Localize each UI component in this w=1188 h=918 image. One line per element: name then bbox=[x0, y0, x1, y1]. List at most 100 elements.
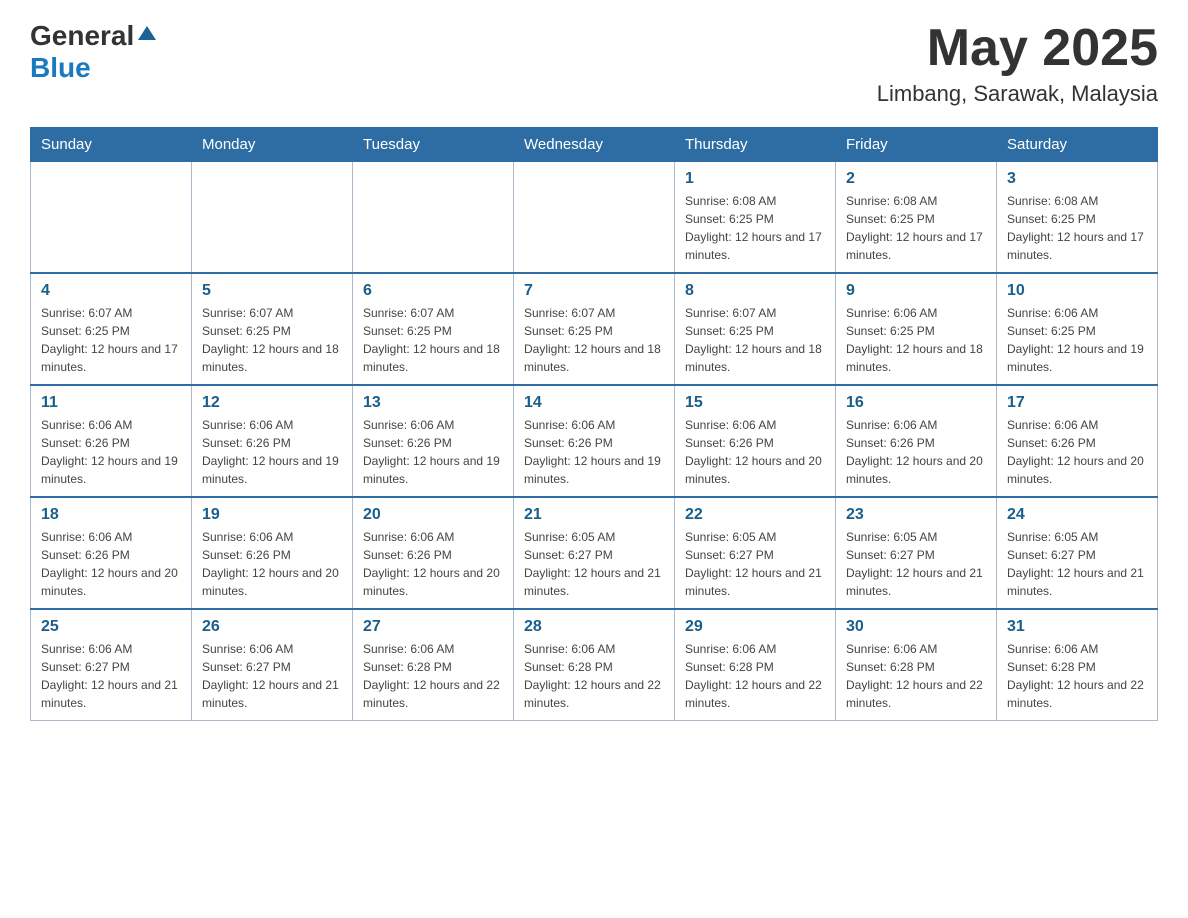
week-row-2: 4 Sunrise: 6:07 AMSunset: 6:25 PMDaylight… bbox=[31, 273, 1158, 385]
day-number: 9 bbox=[846, 282, 986, 300]
calendar-cell: 4 Sunrise: 6:07 AMSunset: 6:25 PMDaylight… bbox=[31, 273, 192, 385]
calendar-cell: 15Sunrise: 6:06 AMSunset: 6:26 PMDayligh… bbox=[675, 385, 836, 497]
calendar-cell: 24 Sunrise: 6:05 AMSunset: 6:27 PMDayligh… bbox=[997, 497, 1158, 609]
day-number: 30 bbox=[846, 618, 986, 636]
calendar-cell: 6 Sunrise: 6:07 AMSunset: 6:25 PMDaylight… bbox=[353, 273, 514, 385]
day-number: 11 bbox=[41, 394, 181, 412]
day-number: 23 bbox=[846, 506, 986, 524]
calendar-cell bbox=[353, 162, 514, 274]
day-info: Sunrise: 6:06 AMSunset: 6:28 PMDaylight:… bbox=[1007, 640, 1147, 712]
calendar-cell: 27 Sunrise: 6:06 AMSunset: 6:28 PMDayligh… bbox=[353, 609, 514, 721]
day-number: 20 bbox=[363, 506, 503, 524]
day-info: Sunrise: 6:06 AMSunset: 6:26 PMDaylight:… bbox=[41, 416, 181, 488]
calendar-cell: 2Sunrise: 6:08 AMSunset: 6:25 PMDaylight… bbox=[836, 162, 997, 274]
day-info: Sunrise: 6:06 AMSunset: 6:28 PMDaylight:… bbox=[524, 640, 664, 712]
calendar-cell: 12 Sunrise: 6:06 AMSunset: 6:26 PMDayligh… bbox=[192, 385, 353, 497]
calendar-cell: 30 Sunrise: 6:06 AMSunset: 6:28 PMDayligh… bbox=[836, 609, 997, 721]
day-number: 6 bbox=[363, 282, 503, 300]
weekday-header-friday: Friday bbox=[836, 128, 997, 162]
calendar-cell bbox=[514, 162, 675, 274]
day-info: Sunrise: 6:07 AMSunset: 6:25 PMDaylight:… bbox=[363, 304, 503, 376]
weekday-header-sunday: Sunday bbox=[31, 128, 192, 162]
day-number: 31 bbox=[1007, 618, 1147, 636]
day-number: 16 bbox=[846, 394, 986, 412]
day-info: Sunrise: 6:08 AMSunset: 6:25 PMDaylight:… bbox=[846, 192, 986, 264]
day-info: Sunrise: 6:06 AMSunset: 6:26 PMDaylight:… bbox=[41, 528, 181, 600]
week-row-1: 1 Sunrise: 6:08 AMSunset: 6:25 PMDaylight… bbox=[31, 162, 1158, 274]
day-info: Sunrise: 6:06 AMSunset: 6:28 PMDaylight:… bbox=[846, 640, 986, 712]
calendar-cell: 28 Sunrise: 6:06 AMSunset: 6:28 PMDayligh… bbox=[514, 609, 675, 721]
day-info: Sunrise: 6:08 AMSunset: 6:25 PMDaylight:… bbox=[1007, 192, 1147, 264]
day-info: Sunrise: 6:08 AMSunset: 6:25 PMDaylight:… bbox=[685, 192, 825, 264]
weekday-header-row: SundayMondayTuesdayWednesdayThursdayFrid… bbox=[31, 128, 1158, 162]
calendar-cell: 10Sunrise: 6:06 AMSunset: 6:25 PMDayligh… bbox=[997, 273, 1158, 385]
calendar-cell: 23Sunrise: 6:05 AMSunset: 6:27 PMDayligh… bbox=[836, 497, 997, 609]
week-row-3: 11 Sunrise: 6:06 AMSunset: 6:26 PMDayligh… bbox=[31, 385, 1158, 497]
week-row-4: 18 Sunrise: 6:06 AMSunset: 6:26 PMDayligh… bbox=[31, 497, 1158, 609]
calendar-cell: 9 Sunrise: 6:06 AMSunset: 6:25 PMDaylight… bbox=[836, 273, 997, 385]
calendar-cell: 26 Sunrise: 6:06 AMSunset: 6:27 PMDayligh… bbox=[192, 609, 353, 721]
calendar-cell: 31 Sunrise: 6:06 AMSunset: 6:28 PMDayligh… bbox=[997, 609, 1158, 721]
day-number: 5 bbox=[202, 282, 342, 300]
title-section: May 2025 Limbang, Sarawak, Malaysia bbox=[877, 20, 1158, 107]
weekday-header-thursday: Thursday bbox=[675, 128, 836, 162]
day-info: Sunrise: 6:07 AMSunset: 6:25 PMDaylight:… bbox=[524, 304, 664, 376]
day-info: Sunrise: 6:06 AMSunset: 6:26 PMDaylight:… bbox=[202, 416, 342, 488]
day-info: Sunrise: 6:05 AMSunset: 6:27 PMDaylight:… bbox=[685, 528, 825, 600]
day-info: Sunrise: 6:06 AMSunset: 6:26 PMDaylight:… bbox=[363, 416, 503, 488]
day-number: 1 bbox=[685, 170, 825, 188]
logo-blue-text: Blue bbox=[30, 52, 91, 83]
calendar-cell: 20 Sunrise: 6:06 AMSunset: 6:26 PMDayligh… bbox=[353, 497, 514, 609]
day-number: 12 bbox=[202, 394, 342, 412]
logo: General Blue bbox=[30, 20, 156, 84]
calendar-cell: 14Sunrise: 6:06 AMSunset: 6:26 PMDayligh… bbox=[514, 385, 675, 497]
weekday-header-tuesday: Tuesday bbox=[353, 128, 514, 162]
day-info: Sunrise: 6:07 AMSunset: 6:25 PMDaylight:… bbox=[685, 304, 825, 376]
day-info: Sunrise: 6:06 AMSunset: 6:28 PMDaylight:… bbox=[363, 640, 503, 712]
month-title: May 2025 bbox=[877, 20, 1158, 77]
calendar-cell: 5 Sunrise: 6:07 AMSunset: 6:25 PMDaylight… bbox=[192, 273, 353, 385]
day-number: 27 bbox=[363, 618, 503, 636]
calendar-cell: 17Sunrise: 6:06 AMSunset: 6:26 PMDayligh… bbox=[997, 385, 1158, 497]
day-number: 4 bbox=[41, 282, 181, 300]
day-info: Sunrise: 6:07 AMSunset: 6:25 PMDaylight:… bbox=[202, 304, 342, 376]
calendar-cell: 11 Sunrise: 6:06 AMSunset: 6:26 PMDayligh… bbox=[31, 385, 192, 497]
day-number: 22 bbox=[685, 506, 825, 524]
day-info: Sunrise: 6:05 AMSunset: 6:27 PMDaylight:… bbox=[1007, 528, 1147, 600]
day-info: Sunrise: 6:06 AMSunset: 6:25 PMDaylight:… bbox=[846, 304, 986, 376]
day-number: 29 bbox=[685, 618, 825, 636]
calendar-cell: 29 Sunrise: 6:06 AMSunset: 6:28 PMDayligh… bbox=[675, 609, 836, 721]
calendar-cell: 22 Sunrise: 6:05 AMSunset: 6:27 PMDayligh… bbox=[675, 497, 836, 609]
calendar-cell bbox=[31, 162, 192, 274]
week-row-5: 25 Sunrise: 6:06 AMSunset: 6:27 PMDayligh… bbox=[31, 609, 1158, 721]
day-number: 18 bbox=[41, 506, 181, 524]
calendar-cell: 16Sunrise: 6:06 AMSunset: 6:26 PMDayligh… bbox=[836, 385, 997, 497]
day-info: Sunrise: 6:06 AMSunset: 6:26 PMDaylight:… bbox=[363, 528, 503, 600]
day-number: 7 bbox=[524, 282, 664, 300]
day-number: 24 bbox=[1007, 506, 1147, 524]
day-number: 3 bbox=[1007, 170, 1147, 188]
day-info: Sunrise: 6:06 AMSunset: 6:27 PMDaylight:… bbox=[202, 640, 342, 712]
day-info: Sunrise: 6:06 AMSunset: 6:28 PMDaylight:… bbox=[685, 640, 825, 712]
calendar-cell: 7 Sunrise: 6:07 AMSunset: 6:25 PMDaylight… bbox=[514, 273, 675, 385]
calendar-cell: 18 Sunrise: 6:06 AMSunset: 6:26 PMDayligh… bbox=[31, 497, 192, 609]
day-number: 14 bbox=[524, 394, 664, 412]
day-info: Sunrise: 6:06 AMSunset: 6:25 PMDaylight:… bbox=[1007, 304, 1147, 376]
day-info: Sunrise: 6:06 AMSunset: 6:26 PMDaylight:… bbox=[1007, 416, 1147, 488]
day-number: 8 bbox=[685, 282, 825, 300]
calendar-cell: 25Sunrise: 6:06 AMSunset: 6:27 PMDayligh… bbox=[31, 609, 192, 721]
weekday-header-saturday: Saturday bbox=[997, 128, 1158, 162]
day-info: Sunrise: 6:06 AMSunset: 6:26 PMDaylight:… bbox=[202, 528, 342, 600]
calendar-table: SundayMondayTuesdayWednesdayThursdayFrid… bbox=[30, 127, 1158, 721]
calendar-cell: 19 Sunrise: 6:06 AMSunset: 6:26 PMDayligh… bbox=[192, 497, 353, 609]
day-info: Sunrise: 6:05 AMSunset: 6:27 PMDaylight:… bbox=[524, 528, 664, 600]
day-number: 19 bbox=[202, 506, 342, 524]
day-number: 26 bbox=[202, 618, 342, 636]
logo-general-text: General bbox=[30, 20, 134, 52]
calendar-cell: 1 Sunrise: 6:08 AMSunset: 6:25 PMDaylight… bbox=[675, 162, 836, 274]
day-info: Sunrise: 6:07 AMSunset: 6:25 PMDaylight:… bbox=[41, 304, 181, 376]
day-number: 25 bbox=[41, 618, 181, 636]
calendar-cell: 8 Sunrise: 6:07 AMSunset: 6:25 PMDaylight… bbox=[675, 273, 836, 385]
day-number: 28 bbox=[524, 618, 664, 636]
day-number: 13 bbox=[363, 394, 503, 412]
